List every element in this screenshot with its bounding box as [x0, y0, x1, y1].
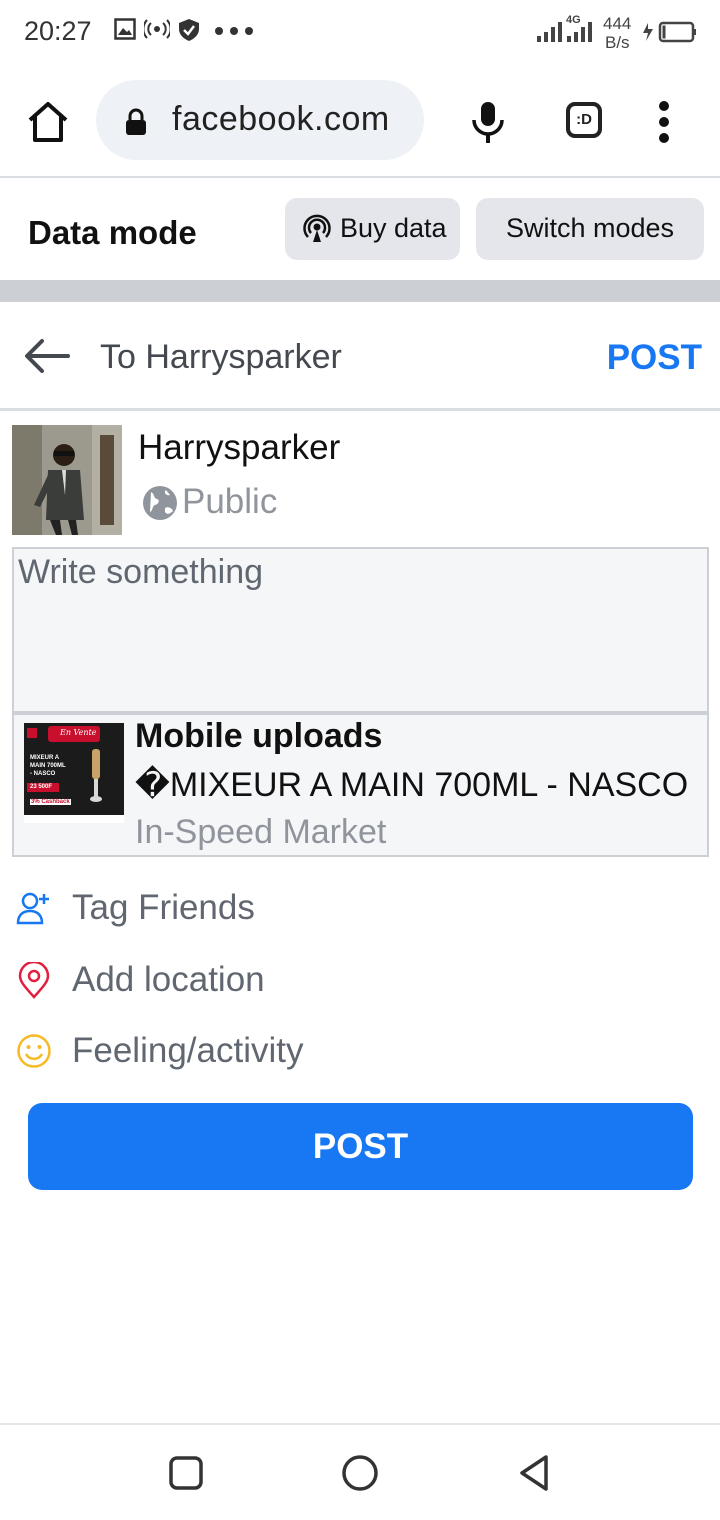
shield-icon	[179, 19, 199, 41]
home-icon[interactable]	[24, 100, 72, 144]
ad-banner-text: En Vente	[60, 728, 97, 737]
buy-data-label: Buy data	[340, 213, 447, 243]
hotspot-icon	[144, 19, 170, 39]
ad-line-2: MAIN 700ML	[30, 763, 66, 769]
mic-icon[interactable]	[470, 100, 506, 144]
feeling-activity-option[interactable]: Feeling/activity	[0, 1021, 720, 1081]
status-time: 20:27	[24, 16, 92, 46]
privacy-selector[interactable]: Public	[182, 482, 277, 522]
browser-toolbar: facebook.com :D	[0, 64, 720, 176]
ad-cashback: 3% Cashback	[30, 799, 71, 805]
add-location-option[interactable]: Add location	[0, 950, 720, 1010]
image-icon	[114, 18, 136, 40]
post-button[interactable]: POST	[28, 1103, 693, 1190]
ad-line-3: - NASCO	[30, 771, 56, 777]
add-location-label: Add location	[72, 960, 265, 999]
tag-friends-label: Tag Friends	[72, 888, 255, 927]
post-text-placeholder: Write something	[18, 553, 264, 591]
back-arrow-icon[interactable]	[24, 338, 70, 374]
post-header-button[interactable]: POST	[607, 338, 702, 378]
attachment-thumbnail: En Vente MIXEUR A MAIN 700ML - NASCO 23 …	[24, 723, 124, 823]
url-text: facebook.com	[172, 100, 390, 138]
attachment-description: �MIXEUR A MAIN 700ML - NASCO	[135, 766, 689, 804]
recents-square-icon[interactable]	[166, 1453, 206, 1493]
overflow-menu-icon[interactable]	[654, 100, 674, 144]
more-dots-icon	[215, 27, 253, 35]
back-triangle-icon[interactable]	[514, 1453, 554, 1493]
broadcast-icon	[303, 214, 331, 242]
location-pin-icon	[18, 962, 50, 999]
avatar[interactable]	[12, 425, 122, 535]
lock-icon	[126, 108, 146, 135]
signal-icon	[537, 22, 592, 42]
address-bar[interactable]: facebook.com	[96, 80, 424, 160]
buy-data-button[interactable]: Buy data	[285, 198, 460, 260]
ad-price: 23 500F	[30, 784, 53, 790]
speed-value: 444	[603, 14, 632, 33]
tab-switcher-icon[interactable]: :D	[566, 102, 602, 138]
ad-line-1: MIXEUR A	[30, 755, 60, 761]
feeling-activity-label: Feeling/activity	[72, 1031, 304, 1070]
switch-modes-label: Switch modes	[505, 213, 675, 243]
attachment-title: Mobile uploads	[135, 717, 383, 755]
tag-friends-option[interactable]: Tag Friends	[0, 878, 720, 938]
speed-unit: B/s	[605, 33, 630, 52]
data-mode-title: Data mode	[28, 214, 197, 251]
network-type: 4G	[566, 14, 581, 26]
avatar-photo	[12, 425, 122, 535]
status-bar: 20:27 4G 444 B/s	[0, 0, 720, 64]
attachment-source: In-Speed Market	[135, 813, 387, 851]
globe-icon	[143, 486, 177, 520]
home-circle-icon[interactable]	[340, 1453, 380, 1493]
shared-attachment[interactable]: En Vente MIXEUR A MAIN 700ML - NASCO 23 …	[12, 713, 709, 857]
smiley-icon	[17, 1034, 51, 1068]
add-person-icon	[16, 892, 49, 925]
recipient-label: To Harrysparker	[100, 338, 342, 376]
data-mode-bar: Data mode Buy data Switch modes	[0, 178, 720, 280]
post-text-input[interactable]: Write something	[12, 547, 709, 713]
header-divider	[0, 408, 720, 411]
switch-modes-button[interactable]: Switch modes	[476, 198, 704, 260]
composer-header: To Harrysparker POST	[0, 302, 720, 410]
user-name: Harrysparker	[138, 428, 341, 467]
battery-charging-icon	[643, 21, 696, 43]
system-nav-bar	[0, 1425, 720, 1520]
section-separator	[0, 280, 720, 302]
